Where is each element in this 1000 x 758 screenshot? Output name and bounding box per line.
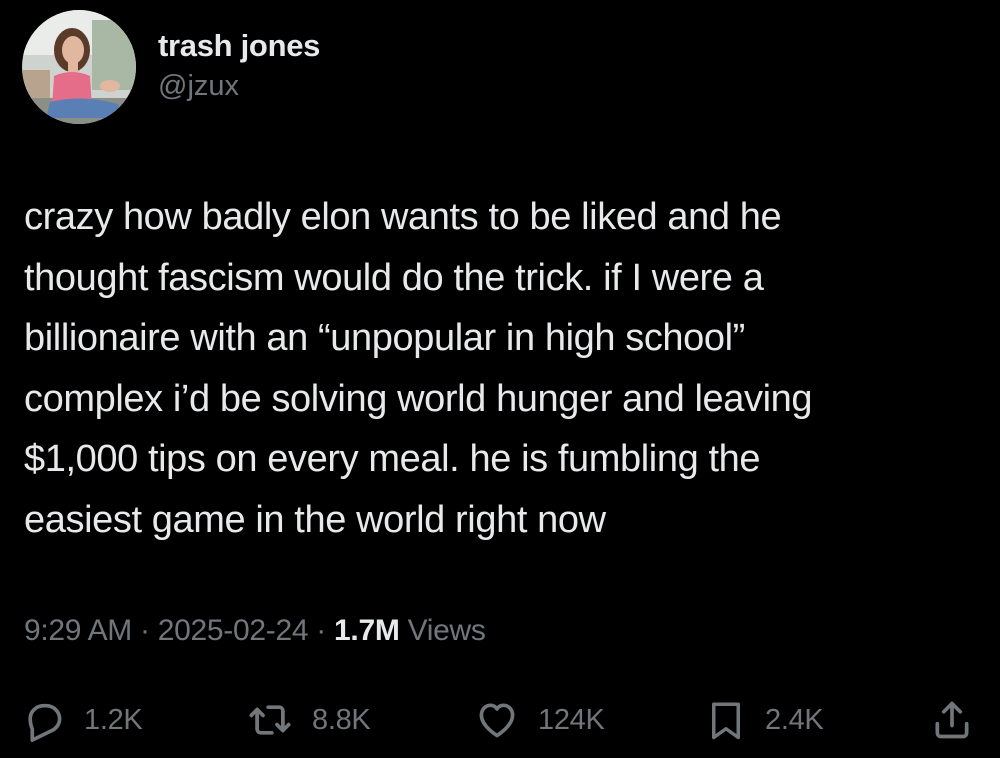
bookmark-count: 2.4K — [765, 703, 824, 736]
heart-icon — [479, 703, 515, 738]
reply-icon — [28, 703, 62, 742]
reply-count: 1.2K — [84, 703, 143, 736]
retweet-icon — [249, 705, 291, 735]
handle[interactable]: @jzux — [158, 68, 320, 104]
bookmark-icon — [712, 702, 740, 740]
views-label: Views — [407, 614, 486, 647]
display-name[interactable]: trash jones — [158, 28, 320, 64]
like-button[interactable]: 124K — [474, 690, 605, 750]
retweet-count: 8.8K — [312, 703, 371, 736]
tweet-date[interactable]: 2025-02-24 — [158, 614, 309, 647]
tweet-text: crazy how badly elon wants to be liked a… — [24, 196, 813, 541]
meta-separator: · — [140, 614, 150, 647]
share-button[interactable] — [930, 690, 974, 750]
tweet: trash jones @jzux crazy how badly elon w… — [0, 0, 1000, 758]
avatar-image — [22, 10, 136, 124]
like-count: 124K — [538, 703, 605, 736]
action-bar: 1.2K 8.8K 124K 2.4K — [0, 690, 1000, 750]
tweet-meta: 9:29 AM · 2025-02-24 · 1.7M Views — [24, 611, 486, 651]
avatar[interactable] — [22, 10, 136, 124]
reply-button[interactable]: 1.2K — [22, 690, 143, 750]
tweet-time[interactable]: 9:29 AM — [24, 614, 132, 647]
tweet-header: trash jones @jzux — [22, 10, 320, 126]
meta-separator: · — [316, 614, 326, 647]
author-names: trash jones @jzux — [158, 28, 320, 104]
share-icon — [935, 701, 969, 739]
bookmark-button[interactable]: 2.4K — [705, 690, 824, 750]
retweet-button[interactable]: 8.8K — [246, 690, 371, 750]
views-count: 1.7M — [334, 614, 400, 647]
